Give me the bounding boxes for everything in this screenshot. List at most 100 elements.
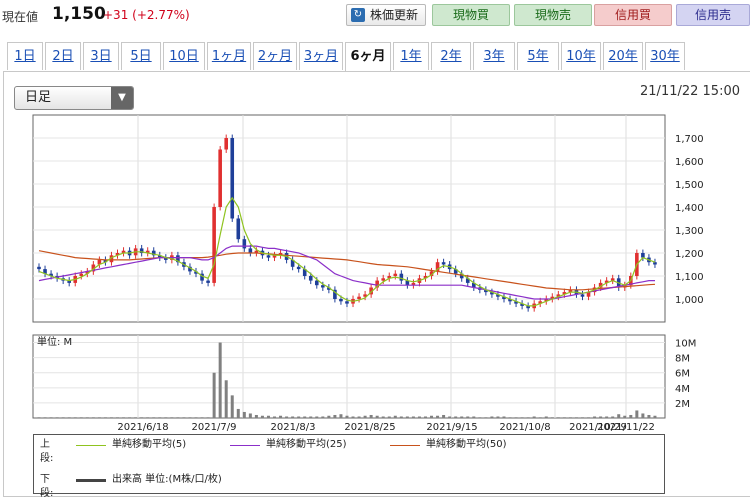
volume-bar-101 bbox=[647, 414, 651, 418]
candle-body-50 bbox=[339, 299, 343, 302]
volume-bar-77 bbox=[502, 416, 506, 418]
volume-bar-21 bbox=[164, 417, 168, 418]
volume-bar-42 bbox=[291, 416, 295, 418]
volume-tick-0: 2M bbox=[675, 399, 690, 410]
volume-bar-22 bbox=[170, 417, 174, 418]
price-tick-0: 1,000 bbox=[675, 295, 704, 306]
volume-bar-71 bbox=[466, 416, 470, 418]
volume-bar-25 bbox=[188, 417, 192, 418]
price-tick-5: 1,500 bbox=[675, 180, 704, 191]
volume-bar-18 bbox=[146, 417, 150, 418]
volume-bar-80 bbox=[520, 417, 524, 418]
volume-bar-20 bbox=[158, 417, 162, 418]
candle-body-34 bbox=[242, 239, 247, 249]
volume-bar-86 bbox=[556, 417, 560, 418]
legend-ma50-line bbox=[390, 445, 420, 446]
price-tick-2: 1,200 bbox=[675, 249, 704, 260]
volume-bar-16 bbox=[134, 417, 138, 418]
volume-bar-47 bbox=[321, 416, 325, 418]
volume-bar-64 bbox=[423, 416, 427, 418]
volume-bar-51 bbox=[345, 415, 349, 418]
volume-bar-90 bbox=[580, 417, 584, 418]
volume-bar-85 bbox=[550, 417, 554, 418]
candle-body-7 bbox=[79, 273, 84, 276]
volume-bar-4 bbox=[61, 417, 65, 418]
chart-legend: 上段: 単純移動平均(5) 単純移動平均(25) 単純移動平均(50) 下段: … bbox=[33, 434, 665, 497]
candle-body-29 bbox=[212, 207, 216, 283]
volume-bar-57 bbox=[381, 416, 385, 418]
legend-upper-label: 上段: bbox=[40, 439, 54, 464]
volume-bar-82 bbox=[532, 416, 536, 418]
candle-body-0 bbox=[37, 266, 41, 270]
candle-body-100 bbox=[641, 253, 645, 258]
volume-bar-95 bbox=[611, 416, 615, 418]
date-tick-5: 2021/10/8 bbox=[499, 422, 550, 433]
volume-bar-102 bbox=[653, 415, 657, 418]
volume-bar-26 bbox=[194, 417, 198, 418]
volume-bar-14 bbox=[122, 417, 126, 418]
legend-lower-label: 下段: bbox=[40, 474, 54, 497]
volume-bar-78 bbox=[508, 417, 512, 418]
candle-body-35 bbox=[248, 248, 253, 253]
volume-bar-62 bbox=[411, 416, 415, 418]
volume-tick-1: 4M bbox=[675, 384, 690, 395]
date-tick-7: 2021/11/22 bbox=[597, 422, 655, 433]
volume-bar-40 bbox=[279, 415, 283, 418]
volume-bar-9 bbox=[91, 417, 95, 418]
volume-bar-98 bbox=[629, 414, 633, 418]
volume-bar-72 bbox=[472, 416, 476, 418]
volume-bar-54 bbox=[363, 415, 367, 418]
volume-bar-35 bbox=[248, 413, 252, 418]
date-tick-2: 2021/8/3 bbox=[271, 422, 316, 433]
volume-bar-5 bbox=[67, 417, 71, 418]
volume-tick-2: 6M bbox=[675, 369, 690, 380]
volume-bar-27 bbox=[200, 417, 204, 418]
volume-bar-52 bbox=[351, 416, 355, 418]
volume-bar-2 bbox=[49, 417, 53, 418]
volume-bar-53 bbox=[357, 416, 361, 418]
volume-bar-58 bbox=[387, 416, 391, 418]
candle-body-43 bbox=[296, 266, 301, 270]
candle-body-102 bbox=[653, 262, 657, 265]
volume-bar-11 bbox=[103, 417, 107, 418]
volume-bar-41 bbox=[285, 416, 289, 418]
legend-volume-label: 出来高 単位:(M株/口/枚) bbox=[112, 474, 222, 485]
volume-bar-63 bbox=[417, 416, 421, 418]
volume-bar-49 bbox=[333, 414, 337, 418]
volume-bar-81 bbox=[526, 417, 530, 418]
candle-body-38 bbox=[266, 255, 271, 258]
candle-body-51 bbox=[345, 301, 349, 304]
date-tick-0: 2021/6/18 bbox=[117, 422, 168, 433]
volume-bar-91 bbox=[587, 417, 591, 418]
legend-ma25-label: 単純移動平均(25) bbox=[266, 439, 347, 450]
volume-bar-6 bbox=[73, 417, 77, 418]
legend-ma25-line bbox=[230, 445, 260, 446]
volume-tick-3: 8M bbox=[675, 354, 690, 365]
date-tick-4: 2021/9/15 bbox=[426, 422, 477, 433]
volume-bar-99 bbox=[635, 410, 639, 418]
candle-body-60 bbox=[399, 273, 404, 281]
volume-bar-10 bbox=[97, 417, 101, 418]
volume-bar-74 bbox=[484, 417, 488, 418]
volume-bar-73 bbox=[478, 417, 482, 418]
legend-ma5-line bbox=[76, 445, 106, 446]
candle-body-57 bbox=[381, 278, 386, 281]
volume-bar-65 bbox=[430, 415, 434, 418]
candle-body-46 bbox=[314, 280, 319, 286]
volume-bar-92 bbox=[593, 416, 597, 418]
volume-bar-0 bbox=[37, 417, 41, 418]
volume-bar-93 bbox=[599, 416, 603, 418]
volume-panel bbox=[32, 334, 666, 419]
volume-bar-17 bbox=[140, 417, 144, 418]
volume-bar-68 bbox=[448, 416, 452, 418]
volume-bar-13 bbox=[116, 417, 120, 418]
volume-bar-75 bbox=[490, 416, 494, 418]
candle-body-31 bbox=[224, 138, 229, 150]
volume-bar-84 bbox=[544, 416, 548, 418]
volume-bar-66 bbox=[436, 415, 440, 418]
volume-bar-97 bbox=[623, 415, 627, 418]
volume-bar-1 bbox=[43, 417, 47, 418]
price-tick-3: 1,300 bbox=[675, 226, 704, 237]
volume-bar-70 bbox=[460, 416, 464, 418]
volume-bar-24 bbox=[182, 417, 186, 418]
